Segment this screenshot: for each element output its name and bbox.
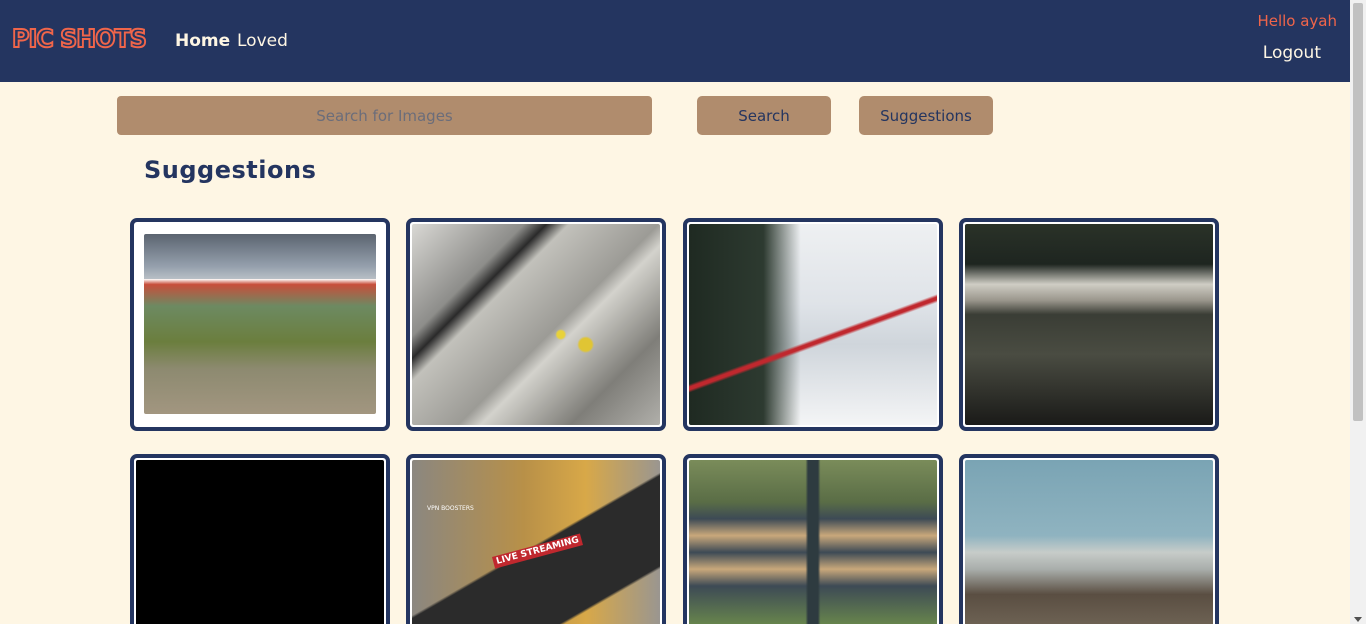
user-greeting: Hello ayah <box>1257 12 1337 30</box>
nav-home-link[interactable]: Home <box>175 31 230 51</box>
gallery-card[interactable]: VPN BOOSTERS LIVE STREAMING <box>406 454 666 624</box>
navbar: PIC SHOTS Home Loved Hello ayah Logout <box>0 0 1350 82</box>
flowers-on-rocks-image[interactable] <box>412 224 660 425</box>
live-streaming-label: LIVE STREAMING <box>492 533 584 569</box>
vintage-truck-image[interactable] <box>144 234 376 414</box>
scrollbar-thumb[interactable] <box>1353 3 1363 421</box>
search-input[interactable] <box>117 96 652 135</box>
logout-link[interactable]: Logout <box>1263 43 1321 63</box>
street-signs-image[interactable] <box>689 460 937 624</box>
waterfall-image[interactable] <box>965 224 1213 425</box>
black-image[interactable] <box>136 460 384 624</box>
page-title: Suggestions <box>144 156 317 184</box>
gallery-card[interactable] <box>959 218 1219 431</box>
gallery-card[interactable] <box>683 454 943 624</box>
gallery-card[interactable] <box>406 218 666 431</box>
vpn-watermark: VPN BOOSTERS <box>427 505 474 512</box>
tablet-streaming-image[interactable]: VPN BOOSTERS LIVE STREAMING <box>412 460 660 624</box>
gallery-card[interactable] <box>130 218 390 431</box>
snowy-mountain-image[interactable] <box>689 224 937 425</box>
gallery-card[interactable] <box>959 454 1219 624</box>
suggestions-button[interactable]: Suggestions <box>859 96 993 135</box>
nav-loved-link[interactable]: Loved <box>237 31 288 51</box>
gallery-card[interactable] <box>130 454 390 624</box>
city-skyline-image[interactable] <box>965 460 1213 624</box>
page-scrollbar[interactable] <box>1350 0 1366 624</box>
search-button[interactable]: Search <box>697 96 831 135</box>
scroll-down-arrow-icon[interactable] <box>1354 617 1362 622</box>
gallery-card[interactable] <box>683 218 943 431</box>
logo[interactable]: PIC SHOTS <box>11 23 148 54</box>
